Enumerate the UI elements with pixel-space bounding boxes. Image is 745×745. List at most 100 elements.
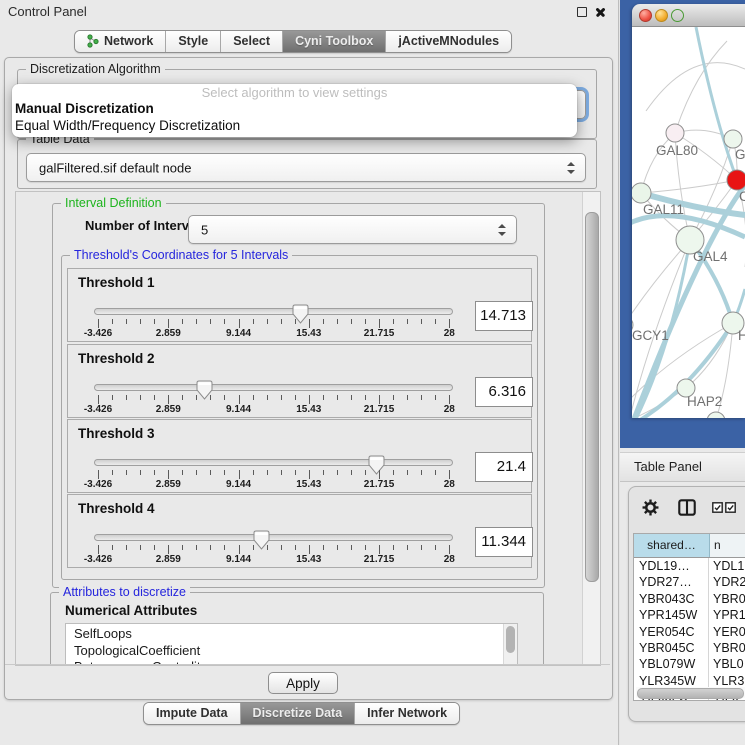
cell-name[interactable]: YBL0 <box>709 656 745 672</box>
threshold-panel: Threshold 3 -3.4262.8599.14415.4321.7152… <box>67 419 532 493</box>
table-hscrollbar-thumb[interactable] <box>637 688 744 699</box>
popup-option[interactable]: Manual Discretization <box>12 101 577 118</box>
column-header-shared-name[interactable]: shared… <box>634 534 710 557</box>
slider-tick-label: 2.859 <box>141 404 195 415</box>
checkbox-icon[interactable] <box>712 502 723 513</box>
slider-track[interactable] <box>94 308 453 315</box>
tab-select[interactable]: Select <box>221 31 283 52</box>
tab-cyni-toolbox[interactable]: Cyni Toolbox <box>283 31 386 52</box>
network-node-node-bottom[interactable] <box>707 412 725 418</box>
slider-track[interactable] <box>94 459 453 466</box>
tab-label: Style <box>178 34 208 48</box>
table-row[interactable]: YBR043CYBR0 <box>634 591 745 607</box>
slider-tick <box>98 319 99 328</box>
show-columns-icon[interactable] <box>678 499 696 516</box>
slider-thumb-icon[interactable] <box>368 455 385 475</box>
cell-name[interactable]: YDL1 <box>709 558 745 574</box>
table-row[interactable]: YDR27…YDR2 <box>634 574 745 590</box>
cell-shared-name[interactable]: YBL079W <box>634 656 709 672</box>
cell-name[interactable]: YER0 <box>709 624 745 640</box>
slider-tick <box>295 470 296 475</box>
cell-name[interactable]: YBR0 <box>709 591 745 607</box>
slider-tick-label: 28 <box>422 479 476 490</box>
slider-tick-label: 9.144 <box>212 404 266 415</box>
slider-tick <box>182 470 183 475</box>
table-row[interactable]: YBR045CYBR0 <box>634 640 745 656</box>
threshold-slider[interactable]: -3.4262.8599.14415.4321.71528 <box>68 495 531 567</box>
slider-thumb-icon[interactable] <box>253 530 270 550</box>
app-root: Control Panel NetworkStyleSelectCyni Too… <box>0 0 745 745</box>
slider-tick <box>154 545 155 550</box>
cell-shared-name[interactable]: YPR145W <box>634 607 709 623</box>
slider-tick <box>449 319 450 328</box>
threshold-panel: Threshold 4 -3.4262.8599.14415.4321.7152… <box>67 494 532 568</box>
close-traffic-light-icon[interactable] <box>639 9 652 22</box>
slider-tick-label: 21.715 <box>352 328 406 339</box>
threshold-value-field[interactable]: 14.713 <box>475 301 533 331</box>
tab-style[interactable]: Style <box>166 31 221 52</box>
slider-tick <box>421 319 422 324</box>
list-scrollbar-thumb[interactable] <box>506 626 515 653</box>
slider-tick <box>365 319 366 324</box>
slider-tick <box>323 470 324 475</box>
network-node-node-top-right[interactable] <box>724 130 742 148</box>
threshold-slider[interactable]: -3.4262.8599.14415.4321.71528 <box>68 420 531 492</box>
cell-shared-name[interactable]: YDL19… <box>634 558 709 574</box>
float-window-icon[interactable] <box>577 7 587 17</box>
slider-tick <box>154 319 155 324</box>
cell-shared-name[interactable]: YDR27… <box>634 574 709 590</box>
number-of-intervals-combobox[interactable]: 5 <box>188 215 517 244</box>
threshold-slider[interactable]: -3.4262.8599.14415.4321.71528 <box>68 269 531 341</box>
bottom-tab-discretize-data[interactable]: Discretize Data <box>241 703 356 724</box>
cell-name[interactable]: YDR2 <box>709 574 745 590</box>
panel-scrollbar[interactable] <box>582 192 600 665</box>
cell-shared-name[interactable]: YBR045C <box>634 640 709 656</box>
table-hscrollbar[interactable] <box>636 687 745 698</box>
network-node-gal80[interactable] <box>666 124 684 142</box>
table-row[interactable]: YER054CYER0 <box>634 624 745 640</box>
threshold-value-field[interactable]: 6.316 <box>475 377 533 407</box>
column-header-name[interactable]: n <box>710 534 745 557</box>
slider-tick <box>196 470 197 475</box>
network-edge[interactable] <box>696 27 737 180</box>
list-scrollbar[interactable] <box>503 624 517 666</box>
table-row[interactable]: YPR145WYPR1 <box>634 607 745 623</box>
slider-tick <box>267 470 268 475</box>
popup-option[interactable]: Equal Width/Frequency Discretization <box>12 118 577 135</box>
cell-shared-name[interactable]: YER054C <box>634 624 709 640</box>
apply-button[interactable]: Apply <box>268 672 338 694</box>
threshold-slider[interactable]: -3.4262.8599.14415.4321.71528 <box>68 345 531 417</box>
network-node-node-red-selected[interactable] <box>727 170 745 190</box>
slider-tick <box>393 470 394 475</box>
bottom-tab-impute-data[interactable]: Impute Data <box>144 703 241 724</box>
gear-icon[interactable] <box>642 499 659 516</box>
threshold-value-field[interactable]: 11.344 <box>475 527 533 557</box>
numerical-attributes-list[interactable]: SelfLoopsTopologicalCoefficientBetweenne… <box>65 623 518 666</box>
cell-name[interactable]: YBR0 <box>709 640 745 656</box>
tab-network[interactable]: Network <box>75 31 166 52</box>
network-edge[interactable] <box>646 63 745 111</box>
cell-shared-name[interactable]: YBR043C <box>634 591 709 607</box>
close-icon[interactable] <box>595 6 606 17</box>
table-row[interactable]: YBL079WYBL0 <box>634 656 745 672</box>
slider-tick <box>309 319 310 328</box>
panel-scrollbar-thumb[interactable] <box>585 212 599 582</box>
network-node-gal11[interactable] <box>632 183 651 203</box>
table-row[interactable]: YDL19…YDL1 <box>634 558 745 574</box>
attribute-list-item[interactable]: TopologicalCoefficient <box>74 643 517 660</box>
network-window-titlebar[interactable] <box>632 4 745 27</box>
table-data-combobox[interactable]: galFiltered.sif default node <box>26 153 586 182</box>
attribute-list-item[interactable]: SelfLoops <box>74 626 517 643</box>
minimize-traffic-light-icon[interactable] <box>655 9 668 22</box>
checkbox-icon[interactable] <box>725 502 736 513</box>
network-edge[interactable] <box>641 180 737 193</box>
slider-track[interactable] <box>94 384 453 391</box>
threshold-value-field[interactable]: 21.4 <box>475 452 533 482</box>
zoom-traffic-light-icon[interactable] <box>671 9 684 22</box>
bottom-tab-infer-network[interactable]: Infer Network <box>355 703 459 724</box>
slider-tick <box>323 545 324 550</box>
cell-name[interactable]: YPR1 <box>709 607 745 623</box>
network-view-canvas[interactable]: GAL80GACGAL11GAL4GCY1HHAP2 <box>632 27 745 418</box>
tab-jactivemnodules[interactable]: jActiveMNodules <box>386 31 511 52</box>
slider-track[interactable] <box>94 534 453 541</box>
